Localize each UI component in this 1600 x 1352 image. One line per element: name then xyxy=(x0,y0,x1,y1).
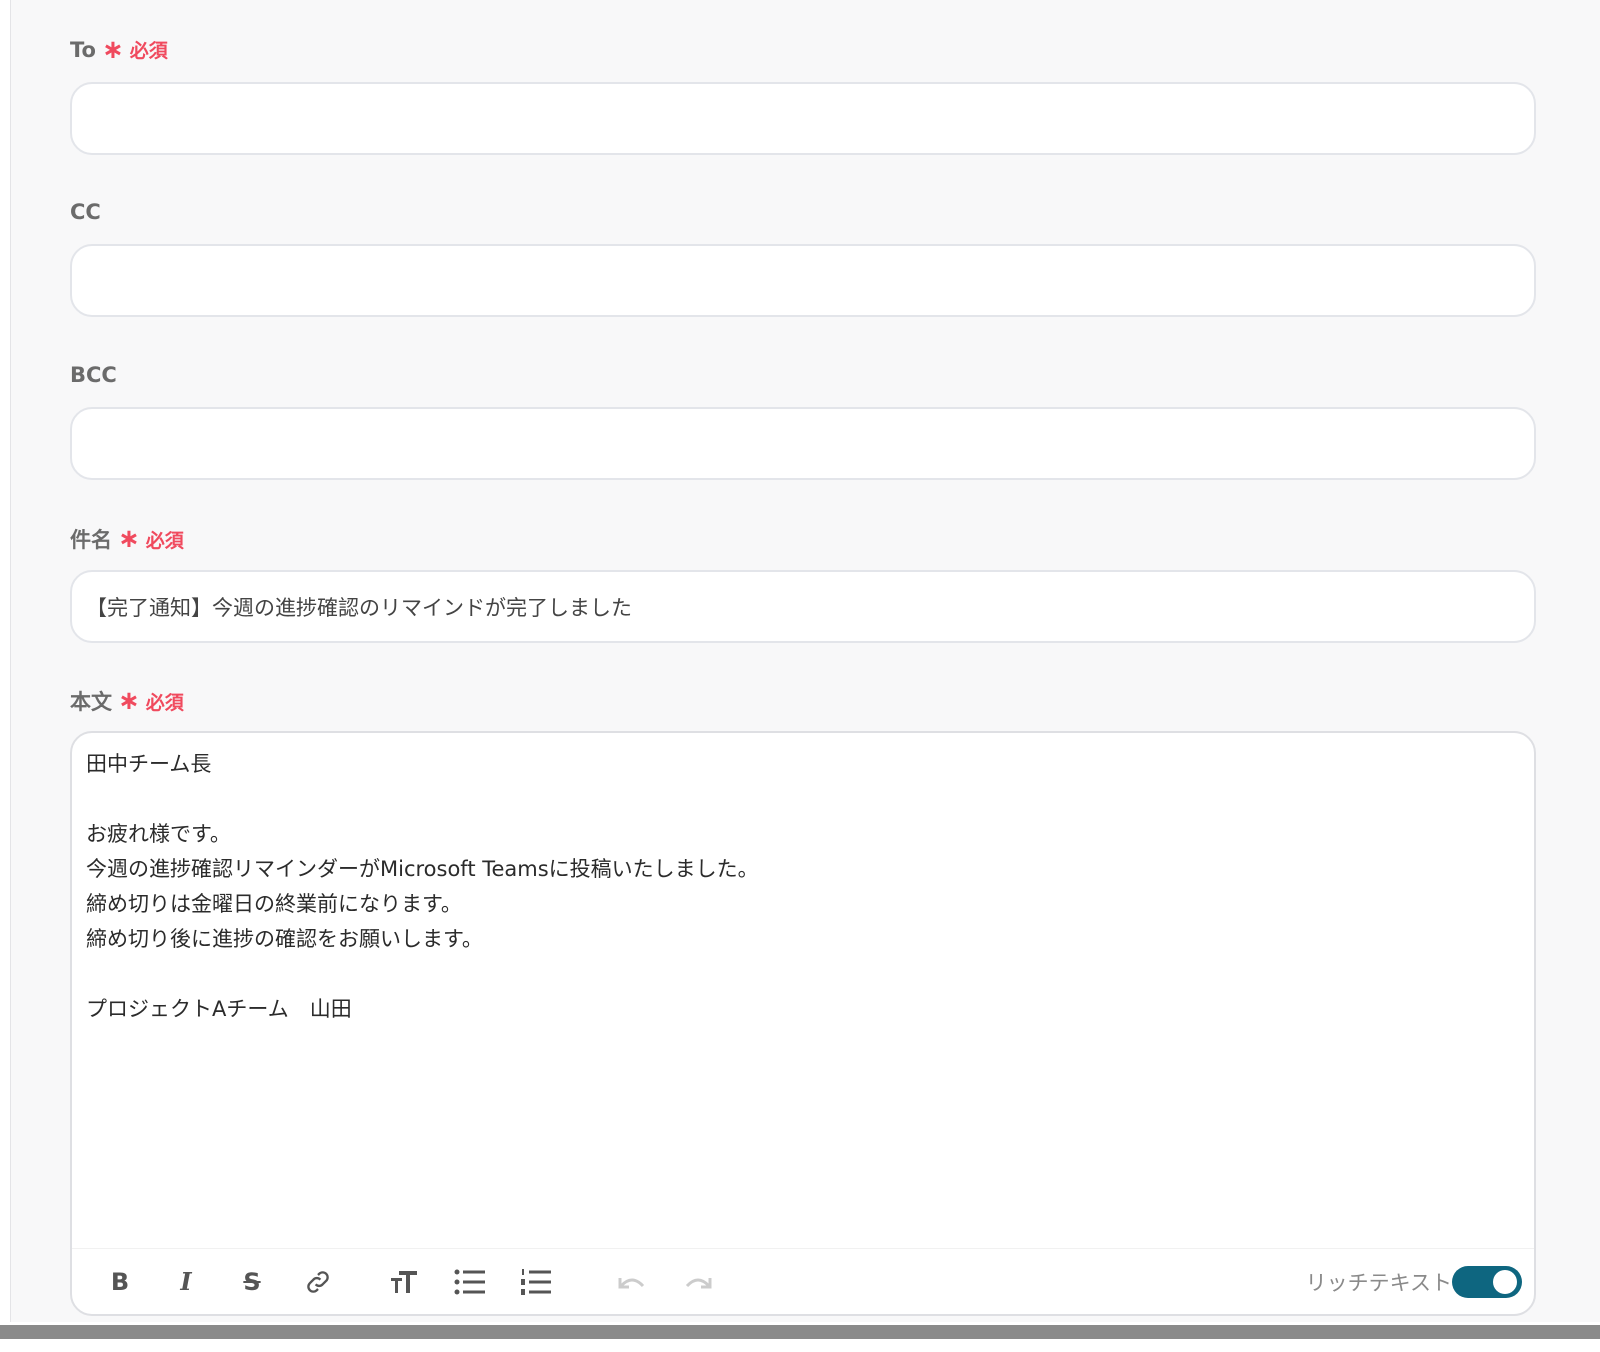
rich-text-toggle[interactable] xyxy=(1452,1265,1522,1298)
to-label: To ∗ 必須 xyxy=(70,36,168,63)
to-input[interactable] xyxy=(70,82,1536,155)
subject-label-text: 件名 xyxy=(70,528,112,552)
bcc-label: BCC xyxy=(70,363,117,387)
required-badge: 必須 xyxy=(129,40,168,62)
horizontal-scrollbar[interactable] xyxy=(0,1325,1600,1339)
to-label-text: To xyxy=(70,37,96,62)
cc-input[interactable] xyxy=(70,244,1536,317)
redo-icon[interactable] xyxy=(680,1264,716,1300)
body-text[interactable]: 田中チーム長 お疲れ様です。 今週の進捗確認リマインダーがMicrosoft T… xyxy=(72,733,1534,1041)
subject-input[interactable]: 【完了通知】今週の進捗確認のリマインドが完了しました xyxy=(70,570,1536,643)
cc-label: CC xyxy=(70,200,101,224)
bold-button[interactable]: B xyxy=(102,1264,138,1300)
bcc-input[interactable] xyxy=(70,407,1536,480)
required-badge: 必須 xyxy=(145,691,184,714)
required-asterisk: ∗ xyxy=(118,686,140,716)
body-editor[interactable]: 田中チーム長 お疲れ様です。 今週の進捗確認リマインダーがMicrosoft T… xyxy=(70,731,1536,1316)
bcc-label-text: BCC xyxy=(70,363,117,387)
text-size-icon[interactable] xyxy=(386,1264,422,1300)
required-badge: 必須 xyxy=(145,529,184,552)
rich-text-label: リッチテキスト xyxy=(1305,1270,1452,1295)
numbered-list-icon[interactable] xyxy=(518,1264,554,1300)
toggle-knob xyxy=(1493,1269,1517,1294)
strikethrough-button[interactable]: S xyxy=(234,1264,270,1300)
bullet-list-icon[interactable] xyxy=(452,1264,488,1300)
body-label-text: 本文 xyxy=(70,690,112,714)
body-label: 本文 ∗ 必須 xyxy=(70,686,184,716)
cc-label-text: CC xyxy=(70,200,101,224)
editor-toolbar: B I S リッチテキスト xyxy=(72,1248,1534,1314)
subject-label: 件名 ∗ 必須 xyxy=(70,524,184,554)
undo-icon[interactable] xyxy=(614,1264,650,1300)
link-icon[interactable] xyxy=(300,1264,336,1300)
italic-button[interactable]: I xyxy=(168,1264,204,1300)
required-asterisk: ∗ xyxy=(101,34,124,65)
required-asterisk: ∗ xyxy=(118,524,140,554)
